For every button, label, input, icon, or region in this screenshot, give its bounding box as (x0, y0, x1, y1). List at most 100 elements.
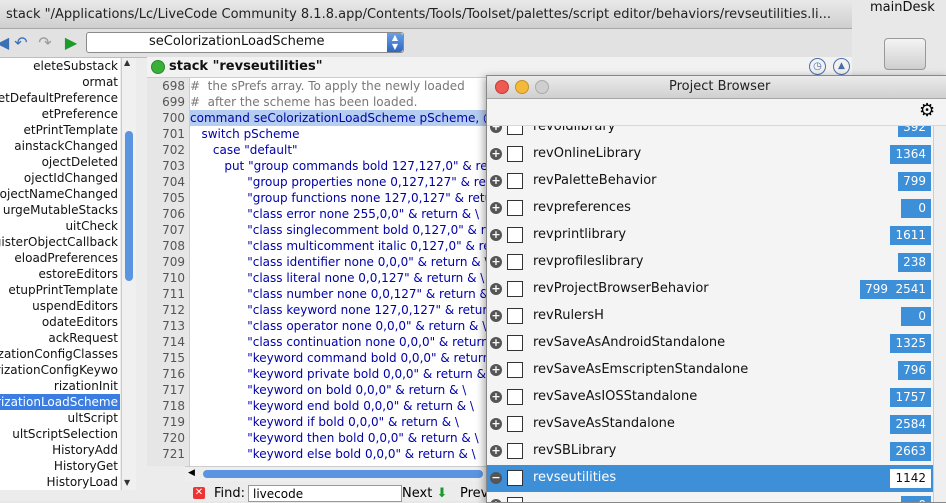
handler-list-item[interactable]: estoreEditors (0, 266, 120, 282)
redo-icon[interactable]: ↷ (36, 34, 54, 52)
expand-icon[interactable]: + (490, 364, 502, 376)
zoom-window-icon[interactable] (535, 80, 549, 94)
code-line[interactable]: "keyword on bold 0,0,0" & return & \ (190, 382, 490, 398)
script-line-count[interactable]: 1325 (890, 334, 931, 353)
stack-row[interactable]: + revoldlibrary 392 (487, 126, 933, 142)
collapse-icon[interactable]: − (490, 472, 502, 484)
handler-list-item[interactable]: HistoryAdd (0, 442, 120, 458)
code-hscrollbar[interactable]: ◀ (185, 466, 490, 481)
script-line-count[interactable]: 0 (901, 496, 931, 502)
handler-list-item[interactable]: eloadPreferences (0, 250, 120, 266)
close-find-icon[interactable]: ✕ (193, 487, 205, 499)
stack-row[interactable]: + revRulersH 0 (487, 303, 933, 331)
code-line[interactable]: command seColorizationLoadScheme pScheme… (190, 110, 490, 126)
find-input[interactable] (248, 485, 402, 502)
code-line[interactable]: switch pScheme (190, 126, 490, 142)
gear-icon[interactable]: ⚙ (919, 102, 935, 120)
code-line[interactable]: "class multicomment italic 0,127,0" & re (190, 238, 490, 254)
handler-list-item[interactable]: rizationLoadScheme (0, 394, 120, 410)
script-line-count[interactable]: 796 (898, 361, 931, 380)
script-line-count[interactable]: 1611 (890, 226, 931, 245)
script-line-count[interactable]: 2541 (890, 280, 931, 299)
handler-list-item[interactable]: odateEditors (0, 314, 120, 330)
expand-icon[interactable]: + (490, 391, 502, 403)
minimize-window-icon[interactable] (515, 80, 529, 94)
expand-icon[interactable]: + (490, 202, 502, 214)
select-arrows-icon[interactable]: ▲ ▼ (387, 33, 403, 52)
code-line[interactable]: "class operator none 0,0,0" & return & \ (190, 318, 490, 334)
code-line[interactable]: "class continuation none 0,0,0" & return (190, 334, 490, 350)
handler-list-item[interactable]: urgeMutableStacks (0, 202, 120, 218)
script-line-count[interactable]: 2584 (890, 415, 931, 434)
scroll-up-icon[interactable]: ▲ (124, 58, 130, 67)
editor-title-bar[interactable]: stack "/Applications/Lc/LiveCode Communi… (0, 0, 852, 29)
code-line[interactable]: "keyword then bold 0,0,0" & return & \ (190, 430, 490, 446)
undo-icon[interactable]: ↶ (12, 34, 30, 52)
behavior-line-count[interactable]: 799 (860, 280, 893, 299)
expand-icon[interactable]: + (490, 283, 502, 295)
handler-list-item[interactable]: rizationConfigKeywo (0, 362, 120, 378)
code-line[interactable]: case "default" (190, 142, 490, 158)
code-line[interactable]: "class keyword none 127,0,127" & retur (190, 302, 490, 318)
code-line[interactable]: # the sPrefs array. To apply the newly l… (190, 78, 490, 94)
find-next-button[interactable]: Next ⬇ (402, 486, 447, 501)
code-line[interactable]: "class identifier none 0,0,0" & return &… (190, 254, 490, 270)
script-line-count[interactable]: 0 (901, 307, 931, 326)
handler-list-item[interactable]: rizationInit (0, 378, 120, 394)
code-line[interactable]: "class error none 255,0,0" & return & \ (190, 206, 490, 222)
script-line-count[interactable]: 2663 (890, 442, 931, 461)
code-line[interactable]: "class singlecomment bold 0,127,0" & re (190, 222, 490, 238)
stack-row[interactable]: + revprintlibrary 1611 (487, 222, 933, 250)
expand-icon[interactable]: + (490, 126, 502, 133)
stack-row[interactable]: + revProjectBrowserBehavior 2541 799 (487, 276, 933, 304)
expand-icon[interactable]: + (490, 445, 502, 457)
script-line-count[interactable]: 0 (901, 199, 931, 218)
stack-row[interactable]: + revpreferences 0 (487, 195, 933, 223)
script-line-count[interactable]: 238 (898, 253, 931, 272)
script-line-count[interactable]: 392 (898, 126, 931, 137)
stack-row[interactable]: + revprofileslibrary 238 (487, 249, 933, 277)
expand-icon[interactable]: + (490, 148, 502, 160)
code-line[interactable]: put "group commands bold 127,127,0" & re (190, 158, 490, 174)
stack-row[interactable]: − revseutilities 1142 (487, 465, 933, 493)
handler-list-item[interactable]: HistoryGet (0, 458, 120, 474)
stack-row[interactable]: + revSaveAsEmscriptenStandalone 796 (487, 357, 933, 385)
stack-row[interactable]: + revSaveAsStandalone 2584 (487, 411, 933, 439)
collapse-up-icon[interactable]: ▲ (833, 58, 850, 75)
handler-list-item[interactable]: ojectNameChanged (0, 186, 120, 202)
handler-list-item[interactable]: HistoryLoad (0, 474, 120, 490)
clock-icon[interactable]: ◷ (809, 58, 826, 75)
scroll-down-icon[interactable]: ▼ (124, 478, 130, 487)
handler-list-item[interactable]: ormat (0, 74, 120, 90)
code-line[interactable]: "class literal none 0,0,127" & return & … (190, 270, 490, 286)
script-line-count[interactable]: 1757 (890, 388, 931, 407)
handler-list-item[interactable]: ackRequest (0, 330, 120, 346)
code-line[interactable]: "group functions none 127,0,127" & retu (190, 190, 490, 206)
handler-select[interactable]: seColorizationLoadScheme ▲ ▼ (86, 32, 404, 53)
script-line-count[interactable]: 799 (898, 172, 931, 191)
handler-list-item[interactable]: ainstackChanged (0, 138, 120, 154)
code-line[interactable]: "keyword else bold 0,0,0" & return & \ (190, 446, 490, 462)
handler-list-item[interactable]: uitCheck (0, 218, 120, 234)
close-window-icon[interactable] (495, 80, 509, 94)
scroll-left-icon[interactable]: ◀ (188, 468, 195, 478)
project-browser-title-bar[interactable]: Project Browser (487, 76, 946, 99)
code-line[interactable]: "class number none 0,0,127" & return & \ (190, 286, 490, 302)
find-prev-button[interactable]: Prev (460, 486, 488, 501)
back-icon[interactable]: ◀ (0, 34, 12, 52)
code-line[interactable]: "keyword end bold 0,0,0" & return & \ (190, 398, 490, 414)
code-hscroll-thumb[interactable] (203, 470, 483, 478)
expand-icon[interactable]: + (490, 229, 502, 241)
code-line[interactable]: "keyword private bold 0,0,0" & return & (190, 366, 490, 382)
expand-icon[interactable]: + (490, 256, 502, 268)
handler-list-item[interactable]: etPreference (0, 106, 120, 122)
expand-icon[interactable]: + (490, 175, 502, 187)
stack-row[interactable]: + revSaveAsIOSStandalone 1757 (487, 384, 933, 412)
stack-row[interactable]: + revSaveAsAndroidStandalone 1325 (487, 330, 933, 358)
code-line[interactable]: "group properties none 0,127,127" & ret (190, 174, 490, 190)
code-line[interactable]: "keyword if bold 0,0,0" & return & \ (190, 414, 490, 430)
handler-list-item[interactable]: etupPrintTemplate (0, 282, 120, 298)
script-line-count[interactable]: 1142 (890, 469, 931, 488)
handler-list-item[interactable]: ojectIdChanged (0, 170, 120, 186)
handler-list-item[interactable]: egisterObjectCallback (0, 234, 120, 250)
